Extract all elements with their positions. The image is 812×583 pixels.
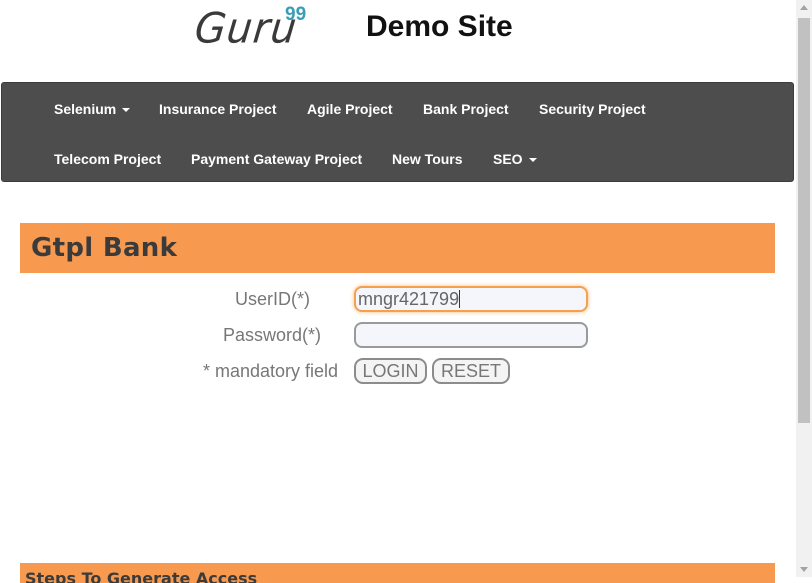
nav-telecom-project[interactable]: Telecom Project [54, 151, 161, 167]
nav-seo[interactable]: SEO [493, 151, 537, 167]
bank-title: Gtpl Bank [31, 233, 178, 263]
nav-security-project[interactable]: Security Project [539, 101, 646, 117]
bank-title-bar: Gtpl Bank [20, 223, 775, 273]
nav-payment-gateway-project[interactable]: Payment Gateway Project [191, 151, 362, 167]
logo-superscript: 99 [285, 4, 307, 25]
scrollbar-thumb[interactable] [798, 18, 810, 423]
site-title: Demo Site [366, 10, 513, 43]
nav-selenium[interactable]: Selenium [54, 101, 131, 117]
nav-bank-project[interactable]: Bank Project [423, 101, 509, 117]
password-label: Password(*) [223, 325, 322, 345]
reset-button[interactable]: RESET [432, 358, 510, 384]
nav-insurance-project[interactable]: Insurance Project [159, 101, 277, 117]
logo-text: Guru [192, 4, 300, 54]
steps-title: Steps To Generate Access [25, 569, 258, 583]
password-input[interactable] [354, 322, 588, 348]
nav-new-tours[interactable]: New Tours [392, 151, 463, 167]
caret-down-icon [528, 158, 537, 163]
scroll-down-arrow-icon[interactable] [800, 567, 808, 572]
guru99-logo[interactable]: Guru 99 [192, 4, 306, 54]
text-cursor [459, 290, 461, 308]
scroll-up-arrow-icon[interactable] [800, 5, 808, 10]
vertical-scrollbar[interactable] [796, 0, 812, 577]
userid-label: UserID(*) [235, 289, 310, 309]
nav-selenium-label: Selenium [54, 101, 117, 117]
userid-value: mngr421799 [358, 289, 460, 309]
mandatory-field-note: * mandatory field [203, 361, 339, 381]
login-button[interactable]: LOGIN [354, 358, 427, 384]
steps-title-bar: Steps To Generate Access [20, 563, 775, 583]
caret-down-icon [122, 108, 131, 113]
page-header: Guru 99 Demo Site [0, 0, 796, 82]
nav-seo-label: SEO [493, 151, 523, 167]
main-navbar: Selenium Insurance Project Agile Project… [1, 82, 794, 182]
nav-agile-project[interactable]: Agile Project [307, 101, 393, 117]
userid-input[interactable]: mngr421799 [354, 286, 588, 312]
